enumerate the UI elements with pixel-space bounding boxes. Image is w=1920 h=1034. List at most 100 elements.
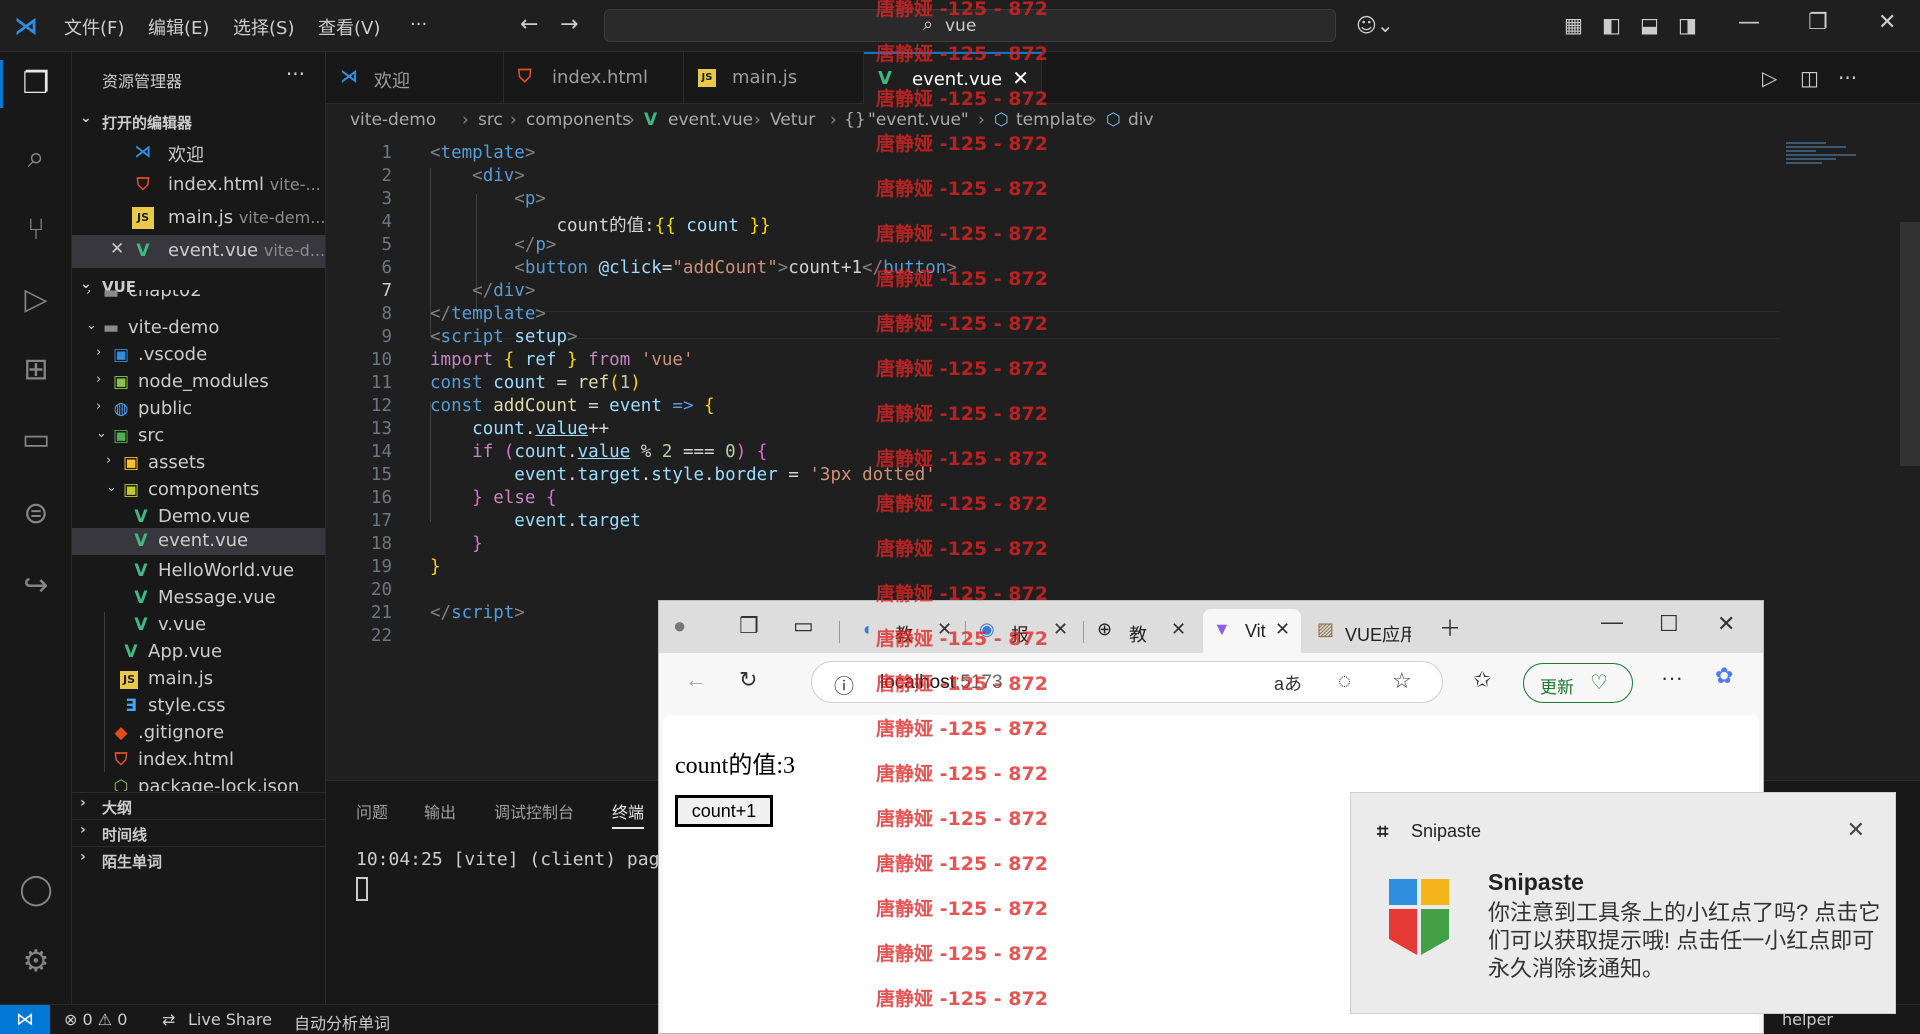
explorer-more-icon[interactable]: ··· — [286, 62, 305, 86]
favorite-star-icon[interactable]: ☆ — [1392, 668, 1412, 694]
tree-folder-chapt02[interactable]: › ▬ chapt02 — [72, 290, 325, 312]
vue-file-icon: V — [134, 588, 148, 608]
close-window-icon[interactable]: ✕ — [1717, 611, 1735, 637]
watermark-text: 唐静娅 -125 - 872 — [876, 808, 1048, 830]
tab-main-js[interactable]: JS main.js — [684, 52, 864, 104]
terminal-cursor[interactable] — [356, 877, 368, 901]
back-arrow-icon[interactable]: ← — [520, 12, 538, 37]
menu-selection[interactable]: 选择(S) — [233, 14, 294, 40]
back-arrow-icon[interactable]: ← — [685, 667, 707, 693]
favorites-icon[interactable]: ✩ — [1473, 667, 1491, 693]
extensions-icon[interactable]: ⊞ — [18, 352, 54, 388]
update-button[interactable]: 更新 ♡ — [1523, 663, 1633, 703]
live-share-status[interactable]: Live Share — [188, 1010, 272, 1029]
words-header[interactable]: › 陌生单词 — [72, 846, 325, 874]
crumb-components[interactable]: components — [526, 110, 631, 130]
crumb-event-vue[interactable]: event.vue — [668, 110, 753, 130]
read-aloud-icon[interactable]: aあ — [1274, 670, 1302, 696]
browser-tab-vue-app[interactable]: ▨ VUE应用 — [1307, 609, 1411, 653]
crumb-vetur[interactable]: Vetur — [770, 110, 815, 130]
liveshare-tree-icon[interactable]: ⊜ — [18, 496, 54, 532]
source-control-icon[interactable]: ⑂ — [18, 212, 54, 248]
close-tab-icon[interactable]: ✕ — [1171, 619, 1186, 640]
extension-icon[interactable]: ◌ — [1338, 668, 1351, 694]
auto-words-status[interactable]: 自动分析单词 — [294, 1010, 390, 1034]
menu-edit[interactable]: 编辑(E) — [148, 14, 209, 40]
crumb-vite-demo[interactable]: vite-demo — [350, 110, 436, 130]
maximize-icon[interactable]: ☐ — [1659, 611, 1679, 637]
remote-explorer-icon[interactable]: ▭ — [18, 422, 54, 458]
outline-header[interactable]: › 大纲 — [72, 792, 325, 820]
tree-file-package-lock[interactable]: ⬡ package-lock.json — [72, 771, 325, 791]
open-editor-index-html[interactable]: ⛉ index.html vite-... — [72, 169, 325, 202]
menu-file[interactable]: 文件(F) — [64, 14, 124, 40]
close-editor-icon[interactable]: ✕ — [110, 239, 124, 259]
watermark-text: 唐静娅 -125 - 872 — [876, 223, 1048, 245]
open-editor-event-vue[interactable]: ✕ V event.vue vite-d... — [72, 235, 325, 268]
accounts-icon[interactable]: ◯ — [18, 872, 54, 908]
crumb-template[interactable]: template — [1016, 110, 1093, 130]
customize-layout-icon[interactable]: ▦ — [1564, 13, 1583, 37]
code-line-17: event.target — [514, 511, 641, 531]
restore-icon[interactable]: ❐ — [1808, 10, 1828, 35]
vue-file-icon: V — [134, 507, 148, 527]
more-actions-icon[interactable]: ··· — [1838, 66, 1857, 90]
remote-indicator-icon[interactable]: ⋈ — [0, 1005, 50, 1034]
new-tab-icon[interactable]: ＋ — [1439, 611, 1461, 643]
panel-tab-output[interactable]: 输出 — [424, 799, 456, 823]
tab-index-html[interactable]: ⛉ index.html — [504, 52, 684, 104]
copilot-icon[interactable]: ✿ — [1715, 663, 1733, 689]
count-plus-button[interactable]: count+1 — [675, 795, 773, 827]
collections-icon[interactable]: ❒ — [739, 613, 759, 639]
browser-tab-3[interactable]: ⊕ 教 ✕ — [1087, 609, 1199, 653]
profile-avatar-icon[interactable]: ● — [673, 613, 686, 639]
refresh-icon[interactable]: ↻ — [739, 667, 757, 693]
panel-tab-problems[interactable]: 问题 — [356, 799, 388, 823]
timeline-header[interactable]: › 时间线 — [72, 819, 325, 847]
watermark-text: 唐静娅 -125 - 872 — [876, 538, 1048, 560]
crumb-event-vue-module[interactable]: "event.vue" — [868, 110, 969, 130]
search-icon[interactable]: ⌕ — [18, 140, 54, 176]
vue-file-icon: V — [134, 531, 148, 551]
site-favicon: ▨ — [1317, 619, 1335, 639]
site-info-icon[interactable]: ⓘ — [834, 670, 854, 699]
settings-gear-icon[interactable]: ⚙ — [18, 944, 54, 980]
settings-more-icon[interactable]: ··· — [1661, 665, 1683, 691]
panel-tab-debug-console[interactable]: 调试控制台 — [494, 799, 574, 823]
html-file-icon: ⛉ — [136, 175, 150, 195]
menu-more[interactable]: ··· — [410, 14, 427, 35]
open-editors-header[interactable]: ⌄ 打开的编辑器 — [72, 108, 325, 136]
open-editor-welcome[interactable]: ⋊ 欢迎 — [72, 136, 325, 169]
liveshare-icon[interactable]: ⇄ — [162, 1010, 175, 1029]
open-editor-main-js[interactable]: JS main.js vite-dem... — [72, 202, 325, 235]
vertical-tabs-icon[interactable]: ▭ — [793, 613, 814, 639]
close-notification-icon[interactable]: ✕ — [1847, 817, 1865, 843]
run-debug-icon[interactable]: ▷ — [18, 282, 54, 318]
forward-arrow-icon[interactable]: → — [560, 12, 578, 37]
tree-file-event-vue[interactable]: V event.vue — [72, 528, 325, 555]
toggle-sidebar-icon[interactable]: ◧ — [1602, 13, 1621, 37]
tab-welcome[interactable]: ⋊ 欢迎 — [326, 52, 504, 104]
toggle-secondary-sidebar-icon[interactable]: ◨ — [1678, 13, 1697, 37]
split-editor-icon[interactable]: ◫ — [1800, 66, 1819, 90]
minimap[interactable] — [1786, 140, 1882, 200]
close-tab-icon[interactable]: ✕ — [1053, 619, 1068, 640]
crumb-src[interactable]: src — [478, 110, 503, 130]
close-tab-icon[interactable]: ✕ — [1275, 619, 1290, 640]
minimize-icon[interactable]: — — [1738, 10, 1760, 35]
close-window-icon[interactable]: ✕ — [1878, 10, 1896, 35]
copilot-icon[interactable]: ☺⌄ — [1356, 13, 1394, 37]
toggle-panel-icon[interactable]: ⬓ — [1640, 13, 1659, 37]
panel-tab-terminal[interactable]: 终端 — [612, 799, 645, 829]
menu-view[interactable]: 查看(V) — [318, 14, 380, 40]
crumb-div[interactable]: div — [1128, 110, 1154, 130]
explorer-icon[interactable]: ❐ — [18, 66, 54, 102]
problems-count[interactable]: ⊗ 0 ⚠ 0 — [64, 1010, 127, 1029]
watermark-text: 唐静娅 -125 - 872 — [876, 628, 1048, 650]
run-icon[interactable]: ▷ — [1762, 66, 1777, 90]
browser-tab-vite[interactable]: ▼ Vit ✕ — [1203, 609, 1301, 653]
vue-file-icon: V — [134, 615, 148, 635]
share-icon[interactable]: ↪ — [18, 568, 54, 604]
minimize-icon[interactable]: — — [1601, 609, 1623, 635]
editor-scrollbar[interactable] — [1900, 222, 1920, 466]
